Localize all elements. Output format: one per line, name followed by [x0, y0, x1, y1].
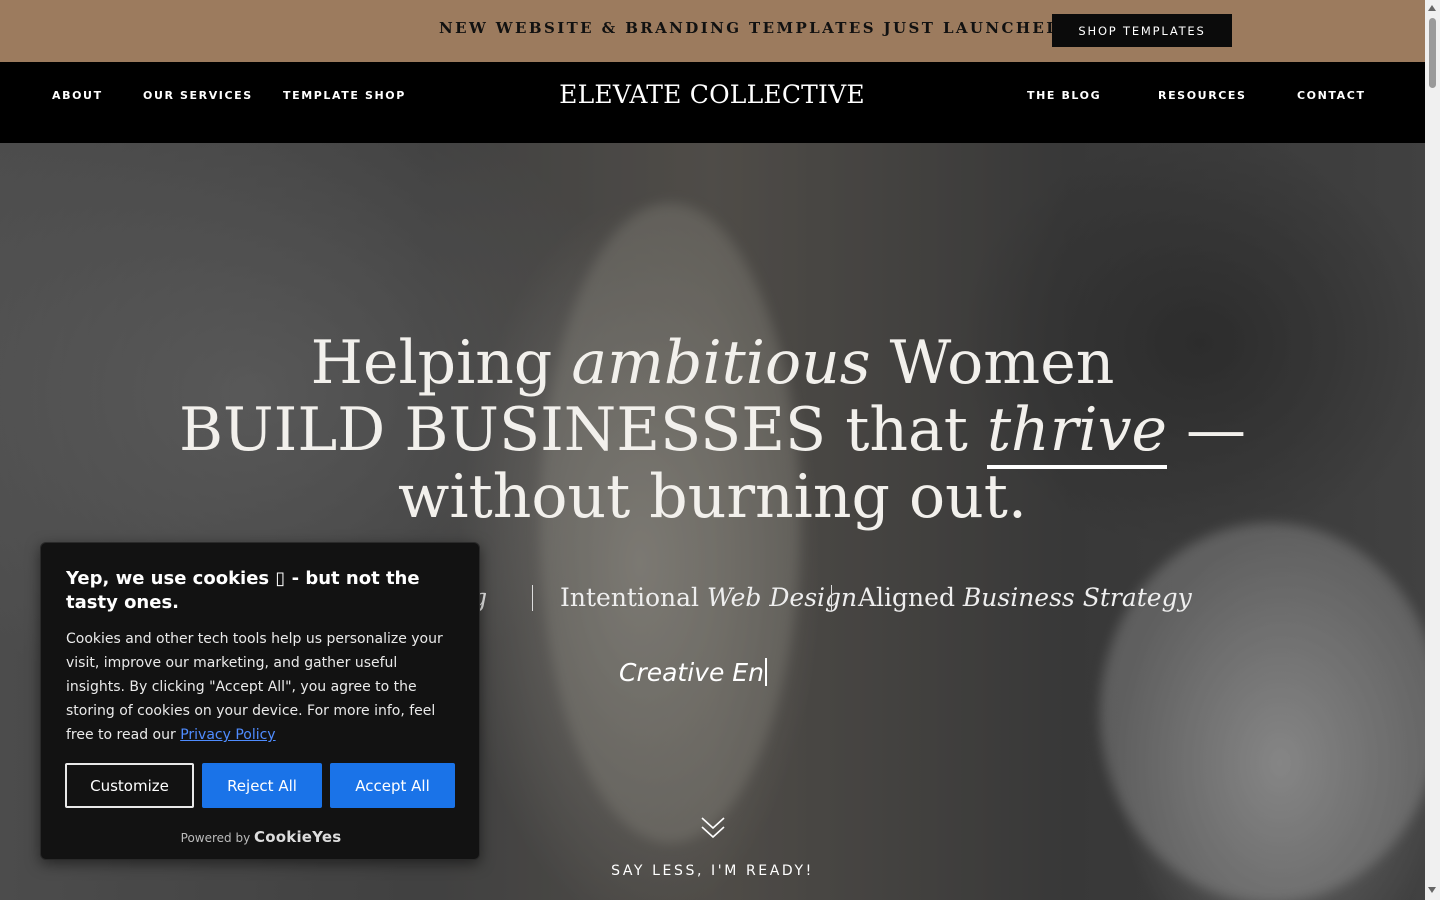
service-item-web-design: Intentional Web Design	[560, 583, 857, 612]
cookie-description: Cookies and other tech tools help us per…	[66, 627, 458, 747]
brand-logo[interactable]: ELEVATE COLLECTIVE	[500, 80, 924, 109]
typing-caret	[764, 658, 767, 686]
scroll-cta[interactable]: SAY LESS, I'M READY!	[0, 863, 1425, 879]
headline-emphasis: ambitious	[571, 328, 871, 398]
cookieyes-logo[interactable]: CookieYes	[254, 828, 341, 846]
service-text: Intentional	[560, 583, 707, 612]
headline-text: BUILD BUSINESSES that	[178, 395, 987, 465]
nav-item-resources[interactable]: RESOURCES	[1158, 89, 1247, 102]
headline-thrive: thrive	[986, 395, 1167, 469]
main-navigation: ABOUT OUR SERVICES TEMPLATE SHOP ELEVATE…	[0, 62, 1425, 143]
service-divider	[831, 585, 832, 611]
customize-button[interactable]: Customize	[65, 763, 194, 808]
service-emphasis: Web Design	[706, 583, 858, 612]
scroll-down-arrow-icon[interactable]	[1428, 887, 1436, 893]
headline-line-2: BUILD BUSINESSES that thrive —	[0, 395, 1425, 469]
reject-all-button[interactable]: Reject All	[202, 763, 322, 808]
shop-templates-button[interactable]: SHOP TEMPLATES	[1052, 14, 1232, 47]
service-item-business-strategy: Aligned Business Strategy	[858, 583, 1192, 612]
service-text: Aligned	[858, 583, 963, 612]
privacy-policy-link[interactable]: Privacy Policy	[180, 727, 275, 743]
typing-text: Creative En	[619, 658, 767, 687]
headline-line-3: without burning out.	[398, 462, 1027, 532]
announcement-text: NEW WEBSITE & BRANDING TEMPLATES JUST LA…	[439, 19, 1071, 37]
page-scrollbar[interactable]	[1425, 0, 1440, 900]
service-divider	[532, 585, 533, 611]
nav-item-our-services[interactable]: OUR SERVICES	[143, 89, 253, 102]
nav-item-about[interactable]: ABOUT	[52, 89, 103, 102]
cookie-title: Yep, we use cookies ▯ - but not the tast…	[66, 568, 420, 613]
powered-by-label: Powered by	[180, 831, 251, 845]
headline-text: Helping	[310, 328, 572, 398]
typing-value: Creative En	[619, 658, 764, 687]
service-emphasis: Business Strategy	[962, 583, 1192, 612]
cookie-consent-banner: Yep, we use cookies ▯ - but not the tast…	[40, 542, 480, 860]
headline-line-1: Helping ambitious Women	[0, 330, 1425, 397]
scrollbar-thumb[interactable]	[1429, 18, 1436, 88]
accept-all-button[interactable]: Accept All	[330, 763, 455, 808]
nav-item-template-shop[interactable]: TEMPLATE SHOP	[283, 89, 406, 102]
chevron-down-icon[interactable]	[700, 815, 726, 841]
nav-item-the-blog[interactable]: THE BLOG	[1027, 89, 1101, 102]
headline-text: Women	[870, 328, 1115, 398]
scroll-up-arrow-icon[interactable]	[1428, 5, 1436, 11]
announcement-bar: NEW WEBSITE & BRANDING TEMPLATES JUST LA…	[0, 0, 1425, 62]
powered-by: Powered by CookieYes	[41, 828, 481, 846]
headline-text: —	[1166, 395, 1247, 465]
nav-item-contact[interactable]: CONTACT	[1297, 89, 1366, 102]
